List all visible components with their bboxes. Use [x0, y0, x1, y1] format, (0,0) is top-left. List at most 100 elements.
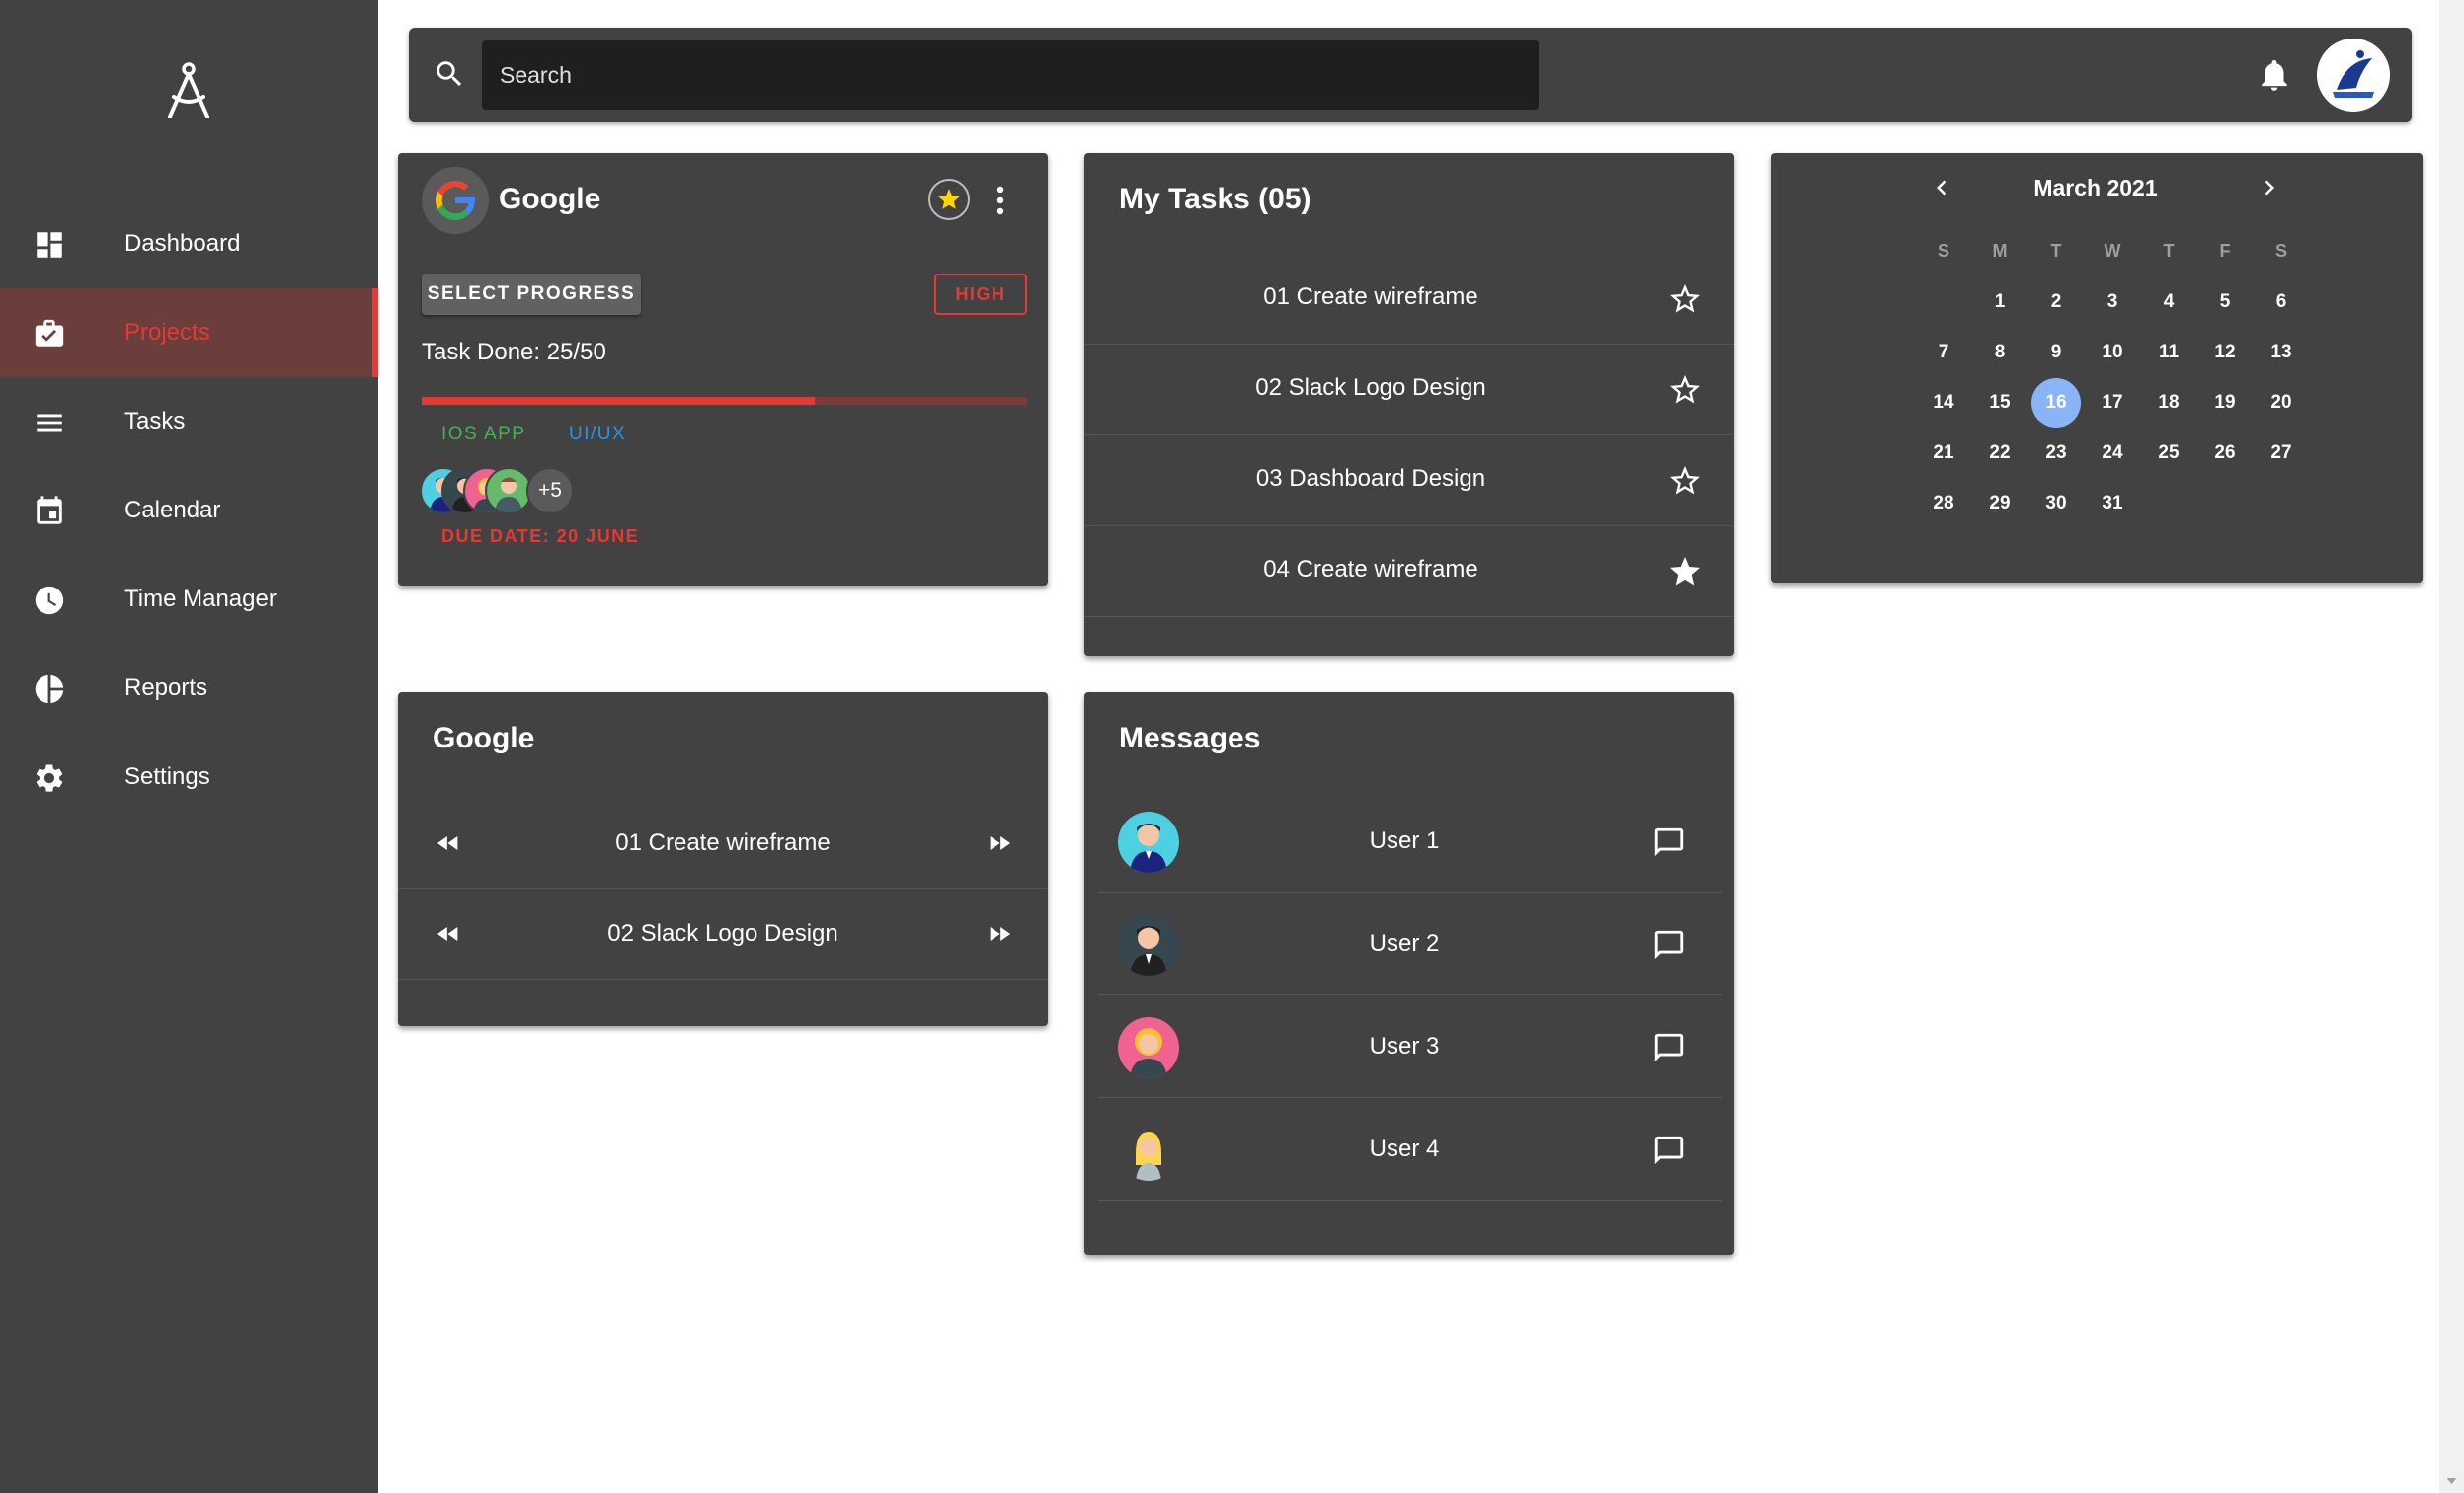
calendar-day[interactable]: 10 — [2088, 328, 2137, 377]
sidebar-item-tasks[interactable]: Tasks — [0, 377, 378, 466]
scrollbar-thumb[interactable] — [2443, 0, 2460, 1471]
sidebar-item-label: Calendar — [124, 497, 221, 523]
person-icon — [495, 477, 522, 512]
calendar-day[interactable]: 31 — [2088, 479, 2137, 528]
calendar-day[interactable]: 6 — [2257, 277, 2306, 327]
chat-icon[interactable] — [1651, 928, 1687, 962]
my-tasks-card: My Tasks (05) 01 Create wireframe 02 Sla… — [1084, 153, 1734, 656]
fast-forward-icon[interactable] — [983, 920, 1016, 948]
star-outline-icon[interactable] — [1667, 372, 1703, 408]
weekday-header: T — [2163, 240, 2175, 261]
calendar-day[interactable]: 5 — [2200, 277, 2250, 327]
calendar-day[interactable]: 11 — [2144, 328, 2193, 377]
sidebar-item-projects[interactable]: Projects — [0, 288, 378, 377]
logo-compass-icon[interactable] — [158, 61, 219, 122]
calendar-day[interactable]: 24 — [2088, 429, 2137, 478]
top-bar — [409, 28, 2412, 122]
chat-icon[interactable] — [1651, 825, 1687, 859]
weekday-header: S — [2274, 240, 2287, 261]
app-page: Dashboard Projects Tasks Calendar Time M… — [0, 0, 2464, 1493]
sidebar-item-settings[interactable]: Settings — [0, 733, 378, 822]
progress-fill — [422, 397, 816, 405]
tag-ui-ux: UI/UX — [569, 424, 627, 444]
messages-title: Messages — [1119, 722, 1261, 754]
chevron-right-icon[interactable] — [2255, 171, 2284, 204]
task-row[interactable]: 01 Create wireframe — [1084, 254, 1734, 345]
brand-avatar-icon — [2317, 39, 2390, 112]
task-label: 01 Create wireframe — [1263, 283, 1478, 310]
sidebar-item-calendar[interactable]: Calendar — [0, 466, 378, 555]
task-row[interactable]: 04 Create wireframe — [1084, 526, 1734, 617]
more-vert-icon[interactable] — [991, 181, 1010, 220]
calendar-day[interactable]: 18 — [2144, 378, 2193, 428]
calendar-day[interactable]: 22 — [1975, 429, 2025, 478]
tag-ios-app: IOS APP — [441, 424, 526, 444]
sidebar-item-dashboard[interactable]: Dashboard — [0, 199, 378, 288]
calendar-day[interactable]: 25 — [2144, 429, 2193, 478]
sidebar: Dashboard Projects Tasks Calendar Time M… — [0, 0, 378, 1493]
calendar-day[interactable]: 2 — [2031, 277, 2081, 327]
message-row[interactable]: User 1 — [1098, 790, 1722, 893]
calendar-day[interactable]: 17 — [2088, 378, 2137, 428]
sidebar-item-label: Settings — [124, 763, 210, 790]
briefcase-check-icon — [35, 319, 64, 347]
sidebar-item-reports[interactable]: Reports — [0, 644, 378, 733]
star-filled-icon[interactable] — [1667, 554, 1703, 589]
list-item-label: 02 Slack Logo Design — [607, 920, 838, 947]
calendar-day[interactable]: 3 — [2088, 277, 2137, 327]
task-label: 02 Slack Logo Design — [1255, 374, 1486, 401]
calendar-day[interactable]: 28 — [1919, 479, 1968, 528]
progress-bar — [422, 397, 1027, 405]
calendar-day[interactable]: 27 — [2257, 429, 2306, 478]
calendar-day[interactable]: 15 — [1975, 378, 2025, 428]
sidebar-item-label: Reports — [124, 674, 208, 701]
user-avatar[interactable] — [2317, 39, 2390, 112]
calendar-day-today[interactable]: 16 — [2031, 378, 2081, 428]
search-input[interactable] — [482, 40, 1539, 110]
project-card: Google SELECT PROGRESS HIGH Task Done: 2… — [398, 153, 1048, 586]
google-list-card: Google 01 Create wireframe 02 Slack Logo… — [398, 692, 1048, 1026]
calendar-day[interactable]: 9 — [2031, 328, 2081, 377]
calendar-day[interactable]: 14 — [1919, 378, 1968, 428]
member-avatar[interactable] — [485, 467, 532, 514]
calendar-day[interactable]: 26 — [2200, 429, 2250, 478]
dashboard-icon — [37, 232, 62, 258]
chat-icon[interactable] — [1651, 1134, 1687, 1167]
gear-icon — [36, 764, 63, 792]
task-row[interactable]: 02 Slack Logo Design — [1084, 345, 1734, 435]
weekday-header: T — [2050, 240, 2062, 261]
calendar-day[interactable]: 30 — [2031, 479, 2081, 528]
calendar-day[interactable]: 29 — [1975, 479, 2025, 528]
google-logo — [422, 167, 489, 234]
message-row[interactable]: User 2 — [1098, 893, 1722, 995]
calendar-day[interactable]: 1 — [1975, 277, 2025, 327]
calendar-month-title: March 2021 — [2033, 175, 2158, 200]
calendar-day[interactable]: 20 — [2257, 378, 2306, 428]
calendar-day[interactable]: 13 — [2257, 328, 2306, 377]
my-tasks-title: My Tasks (05) — [1119, 183, 1311, 215]
fast-forward-icon[interactable] — [983, 829, 1016, 857]
vertical-scrollbar[interactable] — [2439, 0, 2464, 1493]
calendar-day[interactable]: 19 — [2200, 378, 2250, 428]
chat-icon[interactable] — [1651, 1031, 1687, 1064]
sidebar-item-time-manager[interactable]: Time Manager — [0, 555, 378, 644]
task-row[interactable]: 03 Dashboard Design — [1084, 435, 1734, 526]
message-row[interactable]: User 4 — [1098, 1098, 1722, 1201]
calendar-day[interactable]: 23 — [2031, 429, 2081, 478]
bell-icon[interactable] — [2256, 55, 2293, 95]
favorite-button[interactable] — [928, 179, 970, 220]
scroll-down-arrow-icon[interactable] — [2445, 1475, 2458, 1487]
star-outline-icon[interactable] — [1667, 281, 1703, 317]
select-progress-button[interactable]: SELECT PROGRESS — [422, 274, 641, 315]
calendar-day[interactable]: 7 — [1919, 328, 1968, 377]
calendar-day[interactable]: 12 — [2200, 328, 2250, 377]
message-row[interactable]: User 3 — [1098, 995, 1722, 1098]
list-item[interactable]: 02 Slack Logo Design — [398, 889, 1048, 980]
calendar-day[interactable]: 21 — [1919, 429, 1968, 478]
extra-members-badge[interactable]: +5 — [526, 467, 574, 514]
star-icon — [938, 189, 960, 209]
star-outline-icon[interactable] — [1667, 463, 1703, 499]
calendar-day[interactable]: 8 — [1975, 328, 2025, 377]
list-item[interactable]: 01 Create wireframe — [398, 798, 1048, 889]
calendar-day[interactable]: 4 — [2144, 277, 2193, 327]
